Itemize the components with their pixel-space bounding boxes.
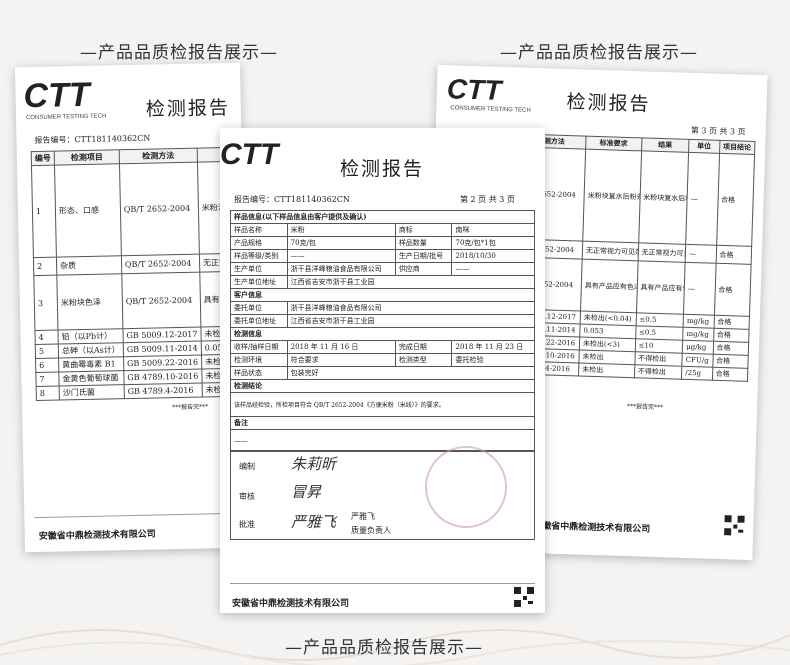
- table-row: 生产单位地址 江西省吉安市浙干县工业园: [230, 275, 536, 289]
- ctt-logo: CTT: [23, 75, 91, 116]
- table-row: 产品规格 70克/包 样品数量 70克/包*1包: [230, 236, 535, 250]
- col-header: 检测项目: [54, 149, 120, 166]
- page-number: 第 3 页 共 3 页: [690, 125, 746, 137]
- signature-reviewer: 冒昇: [291, 483, 322, 501]
- qr-code: [723, 514, 746, 537]
- banner-top-left: —产品品质检报告展示—: [80, 43, 278, 63]
- results-table: 检测方法 标准要求 结果 单位 项目结论 QB/T 2652-2004 米粉块复水…: [508, 133, 755, 382]
- sign-label: 批准: [239, 520, 255, 529]
- section-header: 检测信息: [230, 327, 535, 341]
- table-row: 委托单位 浙干县洋峰粮油食品有限公司: [230, 301, 536, 315]
- logo-subtitle: CONSUMER TESTING TECH: [25, 113, 107, 122]
- signature-compiler: 朱莉昕: [291, 455, 337, 473]
- table-row: QB/T 2652-2004具有产品应有色泽，基本均匀一致的色泽具有产品应有色泽…: [510, 256, 752, 317]
- sign-label: 审核: [239, 492, 255, 501]
- footer-company: 安徽省中鼎检测技术有限公司: [533, 521, 651, 535]
- table-row: 收样/抽样日期 2018 年 11 月 16 日完成日期 2018 年 11 月 2…: [230, 340, 535, 354]
- table-row: QB/T 2652-2004 米粉块复水后粉条厚度、宽度基本均匀一致，表面平滑，口…: [512, 146, 755, 247]
- results-table: 编号 检测项目 检测方法 结果 1形态、口感QB/T 2652-2004米粉洁白…: [31, 146, 251, 401]
- sample-info-table: 样品信息(以下样品信息由客户提供及确认) 样品名称 米粉 商标 南咪 产品规格 70克/…: [230, 210, 536, 452]
- table-row: ——: [230, 429, 535, 452]
- page-number: 第 2 页 共 3 页: [460, 195, 515, 204]
- report-page-center: CTT 检测报告 报告编号：CTT181140362CN 第 2 页 共 3 页…: [220, 128, 545, 613]
- table-row: 1形态、口感QB/T 2652-2004米粉洁白无杂...: [31, 160, 251, 258]
- table-row: 样品等级/类别 —— 生产日期/批号 2018/10/30: [230, 249, 535, 263]
- table-row: 样品名称 米粉 商标 南咪: [230, 223, 535, 237]
- table-row: 委托单位地址 江西省吉安市浙干县工业园: [230, 314, 536, 328]
- col-header: 项目结论: [719, 140, 755, 155]
- footer-company: 安徽省中鼎检测技术有限公司: [38, 529, 156, 543]
- ctt-logo: CTT: [220, 138, 279, 171]
- official-stamp: [425, 446, 507, 528]
- table-row: 生产单位 浙干县洋峰粮油食品有限公司 供应商 ——: [230, 262, 535, 276]
- section-header: 备注: [230, 416, 535, 430]
- col-header: 单位: [688, 139, 720, 154]
- footer-company: 安徽省中鼎检测技术有限公司: [232, 599, 350, 609]
- report-title: 检测报告: [340, 158, 425, 180]
- report-number: 报告编号：CTT181140362CN: [34, 133, 151, 146]
- banner-top-right: —产品品质检报告展示—: [500, 43, 698, 63]
- report-title: 检测报告: [145, 96, 231, 121]
- signature-approver: 严雅飞: [291, 513, 337, 531]
- report-title: 检测报告: [566, 91, 651, 116]
- end-of-report: ***报告完***: [172, 403, 209, 412]
- banner-bottom: —产品品质检报告展示—: [285, 638, 483, 658]
- footer-fineprint: [230, 583, 535, 584]
- approver-name: 严雅飞: [351, 512, 375, 521]
- section-header: 客户信息: [230, 288, 535, 302]
- table-row: 样品状态 包装完好: [230, 366, 536, 380]
- section-header: 检测结论: [230, 379, 535, 393]
- table-row: 该样品经检验，所检项目符合 QB/T 2652-2004《方便米粉（米线）》的要…: [230, 392, 535, 417]
- report-number: 报告编号：CTT181140362CN: [234, 195, 350, 204]
- table-row: 检测环境 符合要求 检测类型 委托检验: [230, 353, 535, 367]
- end-of-report: ***报告完***: [626, 403, 664, 412]
- footer-fineprint: [34, 512, 240, 519]
- sign-label: 编制: [239, 462, 255, 471]
- col-header: 编号: [31, 151, 55, 166]
- ctt-logo: CTT: [446, 73, 502, 106]
- approver-title: 质量负责人: [351, 526, 391, 535]
- table-row: 3米粉块色泽QB/T 2652-2004具有产品应有色泽...: [33, 270, 251, 331]
- section-header: 样品信息(以下样品信息由客户提供及确认): [230, 210, 535, 224]
- qr-code: [513, 586, 535, 608]
- logo-subtitle: CONSUMER TESTING TECH: [450, 105, 531, 114]
- report-page-left: CTT CONSUMER TESTING TECH 检测报告 报告编号：CTT1…: [14, 62, 251, 553]
